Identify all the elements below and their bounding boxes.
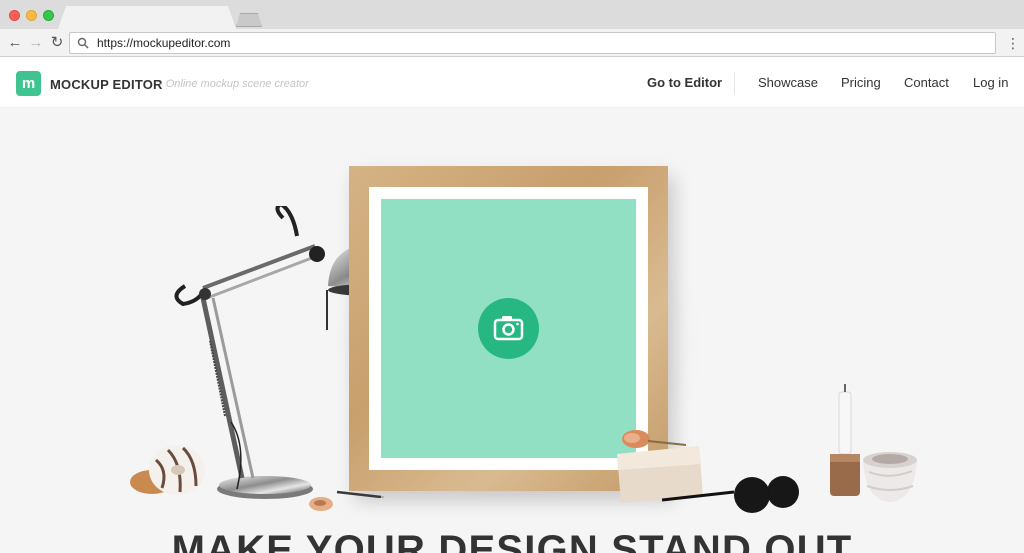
sunglasses-illustration <box>662 476 799 513</box>
site-header: m MOCKUP EDITOR - Online mockup scene cr… <box>0 57 1024 108</box>
search-icon <box>77 37 89 49</box>
nav-login[interactable]: Log in <box>973 75 1008 90</box>
shell-illustration <box>309 497 333 511</box>
browser-toolbar: ← → ↻ https://mockupeditor.com ⋮ <box>0 29 1024 57</box>
nav-contact[interactable]: Contact <box>904 75 949 90</box>
browser-menu-button[interactable]: ⋮ <box>1006 33 1020 53</box>
upload-image-button[interactable] <box>478 298 539 359</box>
back-button[interactable]: ← <box>5 33 25 53</box>
donut-illustration <box>130 445 205 495</box>
reload-button[interactable]: ↻ <box>47 33 67 53</box>
nav-divider <box>734 72 735 94</box>
browser-tab-active[interactable] <box>58 6 236 29</box>
nav-go-to-editor[interactable]: Go to Editor <box>647 75 722 90</box>
zoom-window-button[interactable] <box>43 10 54 21</box>
camera-icon <box>493 316 524 341</box>
brand-name[interactable]: MOCKUP EDITOR <box>50 77 163 92</box>
pencil-illustration <box>336 490 385 498</box>
forward-button[interactable]: → <box>26 33 46 53</box>
frame-mat <box>369 187 648 470</box>
tab-strip <box>0 0 1024 29</box>
minimize-window-button[interactable] <box>26 10 37 21</box>
hero-headline: MAKE YOUR DESIGN STAND OUT <box>171 528 853 553</box>
mockup-picture-placeholder[interactable] <box>381 199 636 458</box>
new-tab-button[interactable] <box>236 13 262 27</box>
close-window-button[interactable] <box>9 10 20 21</box>
tagline: - Online mockup scene creator <box>159 78 309 90</box>
address-bar-url: https://mockupeditor.com <box>97 36 231 50</box>
nav-pricing[interactable]: Pricing <box>841 75 881 90</box>
ceramic-bowl-illustration <box>863 452 917 502</box>
hero-section: MAKE YOUR DESIGN STAND OUT <box>0 108 1024 553</box>
logo-icon[interactable]: m <box>16 71 41 96</box>
nav-showcase[interactable]: Showcase <box>758 75 818 90</box>
address-bar[interactable]: https://mockupeditor.com <box>69 32 996 54</box>
browser-chrome: ← → ↻ https://mockupeditor.com ⋮ <box>0 0 1024 62</box>
